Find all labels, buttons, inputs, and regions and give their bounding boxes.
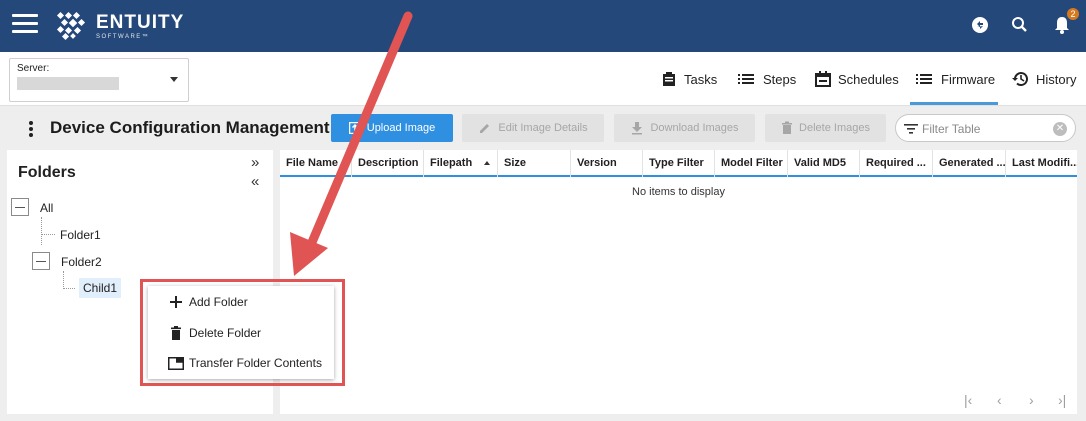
download-images-button[interactable]: Download Images bbox=[614, 114, 755, 142]
list-icon bbox=[916, 74, 932, 84]
filter-icon bbox=[904, 124, 918, 134]
tree-node-folder1[interactable]: Folder1 bbox=[60, 228, 101, 242]
download-images-label: Download Images bbox=[650, 122, 739, 134]
list-icon bbox=[738, 74, 754, 84]
pencil-icon bbox=[480, 124, 490, 133]
trash-icon bbox=[782, 121, 793, 134]
column-header-file-name[interactable]: File Name bbox=[280, 150, 352, 177]
next-page-icon[interactable]: › bbox=[1029, 392, 1034, 408]
upload-image-label: Upload Image bbox=[366, 122, 436, 134]
entuity-logo: ENTUITY SOFTWARE™ bbox=[54, 10, 184, 42]
tab-steps[interactable]: Steps bbox=[738, 52, 796, 106]
column-header-model-filter[interactable]: Model Filter bbox=[715, 150, 788, 177]
annotation-highlight-box bbox=[140, 279, 345, 386]
tab-tasks[interactable]: Tasks bbox=[661, 52, 717, 106]
clear-filter-icon[interactable]: ✕ bbox=[1053, 122, 1067, 136]
tab-steps-label: Steps bbox=[763, 71, 797, 87]
tree-node-folder2[interactable]: Folder2 bbox=[61, 255, 102, 269]
last-page-icon[interactable]: ›| bbox=[1058, 392, 1066, 408]
edit-image-details-button[interactable]: Edit Image Details bbox=[462, 114, 604, 142]
server-select[interactable]: Server: bbox=[9, 58, 189, 102]
tab-schedules-label: Schedules bbox=[838, 71, 899, 87]
delete-images-button[interactable]: Delete Images bbox=[765, 114, 886, 142]
upload-icon bbox=[348, 122, 361, 134]
tab-history[interactable]: History bbox=[1012, 52, 1076, 106]
first-page-icon[interactable]: |‹ bbox=[964, 392, 972, 408]
top-app-bar: ENTUITY SOFTWARE™ 2 bbox=[0, 0, 1086, 52]
empty-table-message: No items to display bbox=[632, 186, 725, 198]
column-header-required[interactable]: Required ... bbox=[860, 150, 933, 177]
column-header-version[interactable]: Version bbox=[571, 150, 643, 177]
history-icon bbox=[1012, 72, 1028, 87]
brand-name: ENTUITY bbox=[96, 11, 185, 33]
upload-image-button[interactable]: Upload Image bbox=[331, 114, 453, 142]
folders-title: Folders bbox=[18, 164, 76, 181]
expand-panel-chevron-icon[interactable]: » bbox=[251, 155, 259, 170]
server-label: Server: bbox=[17, 63, 50, 74]
tab-firmware[interactable]: Firmware bbox=[910, 52, 998, 106]
table-header: File Name Description Filepath Size Vers… bbox=[280, 150, 1077, 177]
dropdown-caret-icon bbox=[170, 77, 178, 82]
server-value-redacted bbox=[17, 77, 119, 90]
column-header-last-modified[interactable]: Last Modifi... bbox=[1006, 150, 1077, 177]
tree-toggle-folder2[interactable] bbox=[32, 252, 50, 270]
column-header-size[interactable]: Size bbox=[498, 150, 571, 177]
hamburger-menu-icon[interactable] bbox=[12, 14, 38, 34]
column-header-generated[interactable]: Generated ... bbox=[933, 150, 1006, 177]
download-icon bbox=[632, 122, 643, 135]
column-header-description[interactable]: Description bbox=[352, 150, 424, 177]
tree-connector bbox=[41, 217, 42, 245]
filter-table-field[interactable]: ✕ bbox=[895, 114, 1076, 142]
brand-subtitle: SOFTWARE™ bbox=[96, 33, 150, 40]
tree-node-child1[interactable]: Child1 bbox=[79, 278, 122, 298]
search-icon[interactable] bbox=[1009, 14, 1031, 36]
tree-connector bbox=[41, 234, 55, 235]
column-header-type-filter[interactable]: Type Filter bbox=[643, 150, 715, 177]
tree-connector bbox=[63, 288, 75, 289]
entuity-logo-mark-icon bbox=[56, 11, 86, 41]
previous-page-icon[interactable]: ‹ bbox=[997, 392, 1002, 408]
delete-images-label: Delete Images bbox=[799, 122, 870, 134]
firmware-table: File Name Description Filepath Size Vers… bbox=[280, 150, 1077, 414]
tree-toggle-all[interactable] bbox=[11, 198, 29, 216]
column-header-valid-md5[interactable]: Valid MD5 bbox=[788, 150, 860, 177]
tab-tasks-label: Tasks bbox=[684, 71, 718, 87]
sort-ascending-icon bbox=[484, 161, 491, 166]
clipboard-icon bbox=[663, 72, 675, 86]
column-header-filepath[interactable]: Filepath bbox=[424, 150, 498, 177]
tab-history-label: History bbox=[1036, 71, 1077, 87]
more-options-icon[interactable] bbox=[26, 121, 36, 137]
collapse-panel-chevron-icon[interactable]: « bbox=[251, 174, 259, 189]
edit-image-details-label: Edit Image Details bbox=[498, 122, 588, 134]
filter-table-input[interactable] bbox=[922, 121, 1050, 137]
tree-connector bbox=[63, 271, 64, 289]
tab-schedules[interactable]: Schedules bbox=[815, 52, 899, 106]
secondary-toolbar: Server: Tasks Steps Schedules Firmware H… bbox=[0, 52, 1086, 106]
page-title: Device Configuration Management bbox=[50, 118, 330, 137]
tree-node-all[interactable]: All bbox=[40, 201, 53, 215]
column-header-filepath-label: Filepath bbox=[430, 157, 473, 169]
tab-firmware-label: Firmware bbox=[941, 71, 996, 87]
switch-server-icon[interactable] bbox=[969, 14, 991, 36]
notifications-badge: 2 bbox=[1067, 8, 1079, 20]
calendar-icon bbox=[815, 71, 831, 87]
notifications-bell-icon[interactable]: 2 bbox=[1051, 8, 1079, 36]
